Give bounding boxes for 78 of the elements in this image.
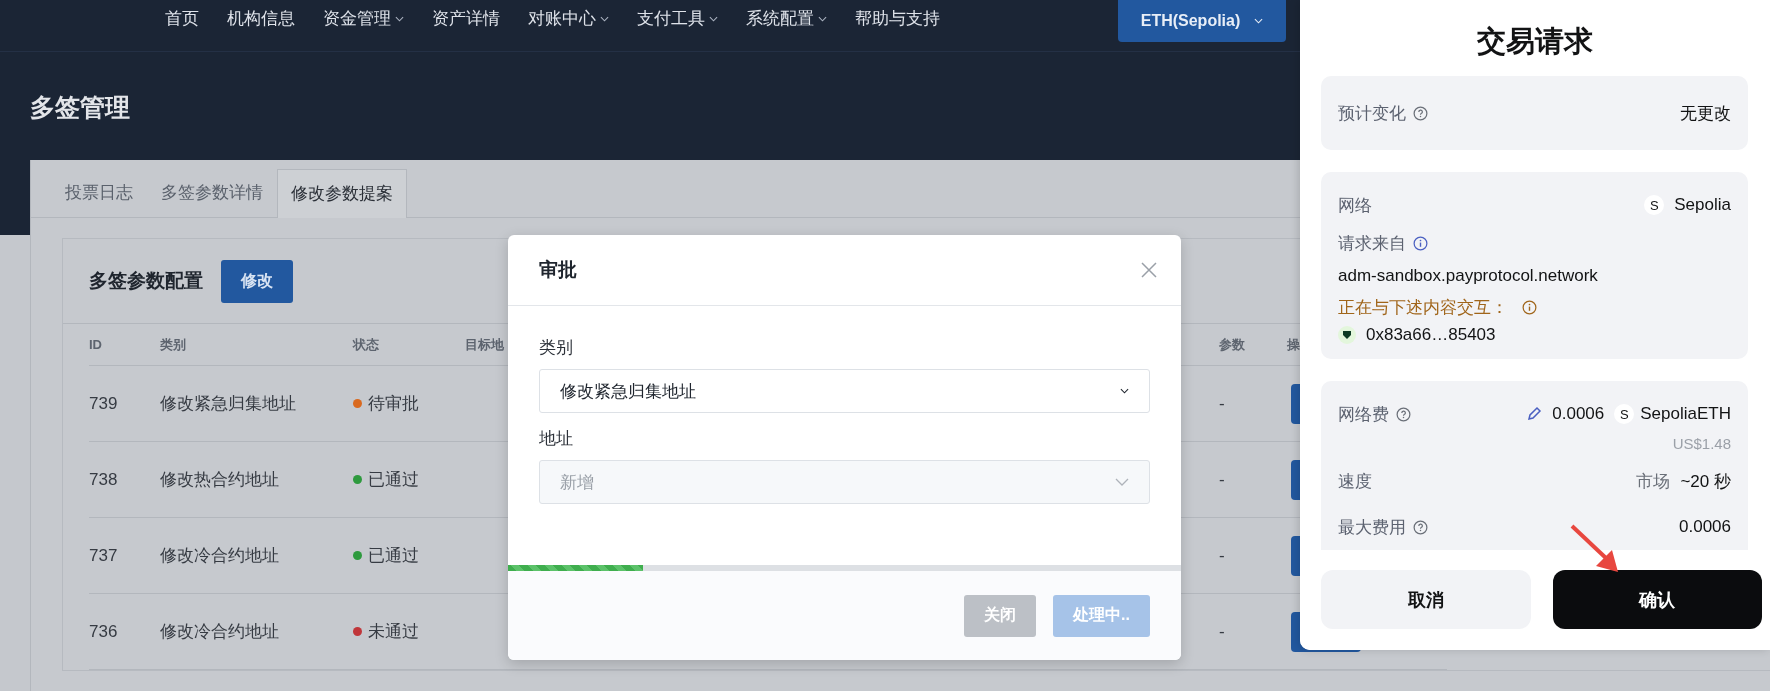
nav-item[interactable]: 首页 xyxy=(165,7,199,30)
cancel-button[interactable]: 取消 xyxy=(1321,570,1531,629)
network-badge: S xyxy=(1644,195,1665,215)
card-title: 多签参数配置 xyxy=(89,269,203,293)
field-label: 类别 xyxy=(539,337,574,359)
tab[interactable]: 投票日志 xyxy=(51,168,147,217)
status-text: 已通过 xyxy=(368,545,419,567)
help-icon xyxy=(1413,105,1428,121)
token-name: SepoliaETH xyxy=(1640,404,1731,424)
field-label: 地址 xyxy=(539,428,574,450)
chevron-down-icon xyxy=(600,15,609,22)
nav-item[interactable]: 帮助与支持 xyxy=(855,7,940,30)
help-icon xyxy=(1413,519,1428,535)
field-label: 最大费用 xyxy=(1338,516,1406,539)
fee-amount: 0.0006 xyxy=(1552,404,1605,424)
speed-mode: 市场 xyxy=(1636,470,1671,493)
field-value: 无更改 xyxy=(1680,102,1731,125)
column-header: 操 xyxy=(1287,335,1300,354)
column-header: 目标地 xyxy=(465,335,504,354)
field-label: 速度 xyxy=(1338,470,1372,493)
nav-item[interactable]: 资金管理 xyxy=(323,7,404,30)
chevron-down-icon xyxy=(1254,18,1264,24)
warning-label: 正在与下述内容交互： xyxy=(1338,297,1508,319)
dialog-title: 审批 xyxy=(539,258,577,282)
help-icon xyxy=(1396,406,1411,422)
tab[interactable]: 修改参数提案 xyxy=(277,169,407,218)
field-value: Sepolia xyxy=(1674,195,1731,215)
table-cell-text: 修改紧急归集地址 xyxy=(160,393,296,415)
table-cell: 739 xyxy=(89,393,118,414)
network-button[interactable]: ETH(Sepolia) xyxy=(1118,0,1286,42)
select-field[interactable]: 修改紧急归集地址 xyxy=(539,369,1150,413)
table-cell: 736 xyxy=(89,621,118,642)
chevron-down-icon xyxy=(1115,478,1129,486)
info-icon xyxy=(1413,235,1428,251)
nav-item[interactable]: 系统配置 xyxy=(746,7,827,30)
status-text: 已通过 xyxy=(368,469,419,491)
page-title: 多签管理 xyxy=(30,93,130,121)
nav-item[interactable]: 资产详情 xyxy=(432,7,500,30)
column-header: 类别 xyxy=(160,335,186,354)
info-icon xyxy=(1522,300,1537,315)
table-cell: 737 xyxy=(89,545,118,566)
table-cell-text: 修改热合约地址 xyxy=(160,469,279,491)
nav-item[interactable]: 机构信息 xyxy=(227,7,295,30)
field-label: 请求来自 xyxy=(1338,232,1406,255)
column-header: 状态 xyxy=(353,335,379,354)
table-cell-text: 修改冷合约地址 xyxy=(160,545,279,567)
field-label: 预计变化 xyxy=(1338,102,1406,125)
column-header: 参数 xyxy=(1219,335,1245,354)
field-label: 网络 xyxy=(1338,194,1372,217)
chevron-down-icon xyxy=(818,15,827,22)
panel-title: 交易请求 xyxy=(1475,24,1594,59)
pencil-icon[interactable] xyxy=(1526,406,1543,422)
chevron-down-icon xyxy=(1120,388,1129,394)
tab[interactable]: 多签参数详情 xyxy=(147,168,277,217)
close-icon[interactable] xyxy=(1139,260,1159,280)
fiat-amount: US$1.48 xyxy=(1672,435,1731,452)
status-text: 待审批 xyxy=(368,393,419,415)
confirm-button[interactable]: 确认 xyxy=(1552,570,1762,629)
contract-address: 0x83a66…85403 xyxy=(1366,325,1496,345)
speed-time: ~20 秒 xyxy=(1680,470,1731,493)
shield-icon xyxy=(1338,326,1356,344)
nav-item[interactable]: 对账中心 xyxy=(528,7,609,30)
field-label: 网络费 xyxy=(1338,403,1389,426)
column-header: ID xyxy=(89,337,102,352)
table-cell: - xyxy=(1219,469,1225,490)
edit-button[interactable]: 修改 xyxy=(221,259,293,303)
status-text: 未通过 xyxy=(368,621,419,643)
table-cell: - xyxy=(1219,621,1225,642)
chevron-down-icon xyxy=(709,15,718,22)
token-badge: S xyxy=(1614,404,1635,424)
field-value: adm-sandbox.payprotocol.network xyxy=(1338,266,1599,286)
nav-item[interactable]: 支付工具 xyxy=(637,7,718,30)
chevron-down-icon xyxy=(395,15,404,22)
table-cell: 738 xyxy=(89,469,118,490)
table-cell: - xyxy=(1219,545,1225,566)
table-cell-text: 修改冷合约地址 xyxy=(160,621,279,643)
table-cell: - xyxy=(1219,393,1225,414)
field-value: 0.0006 xyxy=(1679,517,1731,537)
